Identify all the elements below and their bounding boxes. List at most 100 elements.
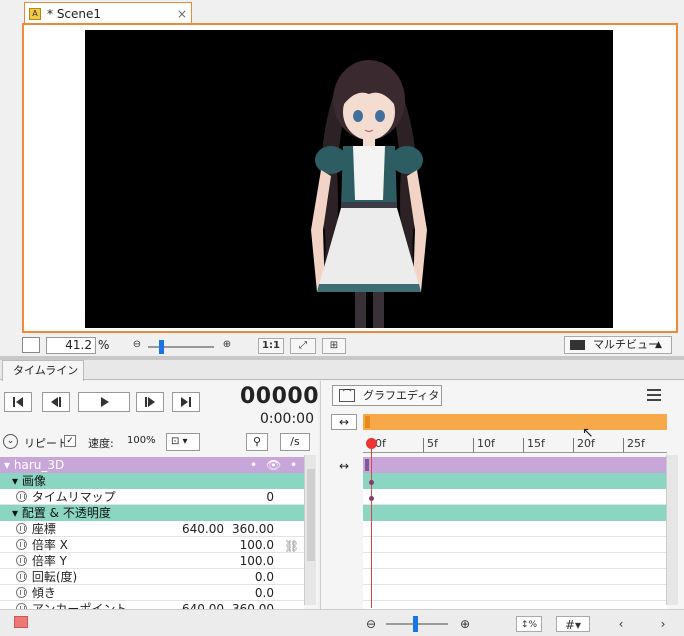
property-value[interactable]: 0.0 [255,585,274,601]
solo-dot-icon[interactable]: • [250,457,257,473]
property-label: 回転(度) [31,570,78,584]
previous-frame-button[interactable] [42,392,70,412]
time-ruler[interactable]: 0f 5f 10f 15f 20f 25f [363,435,667,453]
zoom-out-icon[interactable]: ⊖ [362,616,380,632]
layer-row-haru-3d[interactable]: ▾ haru_3D • 👁 • [0,457,304,473]
speed-label: 速度: [88,437,114,450]
tab-timeline[interactable]: タイムライン [2,360,84,381]
property-row-skew[interactable]: 傾き 0.0 [0,585,304,601]
timeline-zoom-thumb[interactable] [413,616,418,632]
property-row-position[interactable]: 座標 640.00 360.00 [0,521,304,537]
zoom-slider-thumb[interactable] [159,340,164,354]
close-icon[interactable]: × [175,7,189,21]
eye-icon[interactable]: 👁 [266,457,281,473]
property-label: タイムリマップ [31,490,116,504]
play-button[interactable] [78,392,130,412]
background-toggle-button[interactable] [22,337,40,353]
app-window: A * Scene1 × 41.2 % ⊖ ⊕ 1:1 ⤢ ⊞ マルチビュー ▲… [0,0,684,636]
multi-view-button[interactable]: マルチビュー ▲ [564,336,672,354]
preview-canvas[interactable] [85,30,613,328]
group-row-image[interactable]: ▾ 画像 [0,473,304,489]
track-image-group [363,473,667,489]
zoom-in-icon[interactable]: ⊕ [218,338,236,354]
repeat-checkbox[interactable]: ✓ [64,435,76,447]
playhead-handle[interactable] [366,438,377,449]
ruler-label: 10f [477,437,495,450]
menu-icon[interactable] [647,389,661,401]
work-area-start-handle[interactable] [365,416,370,428]
property-row-scale-x[interactable]: 倍率 X 100.0 ⛓ [0,537,304,553]
triangle-up-icon: ▲ [655,340,662,350]
stopwatch-icon[interactable] [16,539,27,550]
stopwatch-icon[interactable] [16,571,27,582]
chevron-right-icon[interactable]: › [654,616,672,632]
zoom-input[interactable]: 41.2 [46,337,96,354]
track-scrollbar[interactable] [666,455,678,605]
graph-editor-button[interactable]: ⌒ グラフエディタ [332,385,442,406]
play-icon [101,397,109,407]
property-value[interactable]: 0 [266,489,274,505]
property-value[interactable]: 100.0 [240,553,274,569]
track-transform-group [363,505,667,521]
chain-link-icon[interactable]: ⛓ [284,538,299,554]
group-row-transform[interactable]: ▾ 配置 & 不透明度 [0,505,304,521]
chevron-left-icon[interactable]: ‹ [612,616,630,632]
loop-mode-dropdown[interactable]: ⊡ ▾ [166,433,200,451]
stopwatch-icon[interactable] [16,587,27,598]
pin-icon[interactable]: ⚲ [246,433,268,451]
collapse-triangle-icon[interactable]: ▾ [12,506,18,520]
chevron-down-icon[interactable]: ⌄ [3,434,18,449]
property-row-time-remap[interactable]: タイムリマップ 0 [0,489,304,505]
property-label: 倍率 X [31,538,68,552]
stopwatch-icon[interactable] [16,491,27,502]
keyframe-marker[interactable] [369,496,374,501]
fps-button[interactable]: /s [280,433,310,451]
property-value-x[interactable]: 640.00 [182,521,224,537]
ruler-tick [473,438,474,452]
zoom-out-icon[interactable]: ⊖ [128,338,146,354]
go-to-start-button[interactable] [4,392,32,412]
layer-list-scrollbar[interactable] [304,455,316,605]
zoom-unit: % [98,338,110,352]
grid-snap-dropdown[interactable]: #▾ [556,616,590,632]
scene-tab-title: * Scene1 [47,6,102,21]
zoom-in-icon[interactable]: ⊕ [456,616,474,632]
ruler-label: 25f [627,437,645,450]
ruler-tick [623,438,624,452]
ruler-label: 15f [527,437,545,450]
property-value[interactable]: 100.0 [240,537,274,553]
property-row-rotation[interactable]: 回転(度) 0.0 [0,569,304,585]
stopwatch-icon[interactable] [16,523,27,534]
scale-percent-button[interactable]: ↕% [516,616,542,632]
layers-icon[interactable] [14,616,28,628]
fit-width-icon[interactable]: ↔ [331,414,357,430]
collapse-triangle-icon[interactable]: ▾ [12,474,18,488]
keyframe-marker[interactable] [369,480,374,485]
lock-dot-icon[interactable]: • [290,457,297,473]
scene-tab[interactable]: A * Scene1 × [24,2,192,24]
safe-area-icon[interactable]: ⊞ [322,338,346,354]
repeat-label: リピート [24,437,68,450]
playhead-line[interactable] [371,444,372,608]
actual-size-button[interactable]: 1:1 [258,338,284,354]
track-skew [363,585,667,601]
layer-in-point-handle[interactable] [365,459,369,471]
expand-width-icon[interactable]: ↔ [331,459,357,473]
property-value-y[interactable]: 360.00 [232,521,274,537]
fit-view-icon[interactable]: ⤢ [290,338,316,354]
work-area-bar[interactable] [363,414,667,430]
property-row-scale-y[interactable]: 倍率 Y 100.0 [0,553,304,569]
go-to-end-button[interactable] [172,392,200,412]
next-frame-button[interactable] [136,392,164,412]
stopwatch-icon[interactable] [16,555,27,566]
track-haru-3d[interactable] [363,457,667,473]
frame-counter: 00000 [240,384,320,409]
zoom-slider-track[interactable] [148,346,214,348]
property-value[interactable]: 0.0 [255,569,274,585]
group-label: 画像 [21,474,46,488]
scrollbar-thumb[interactable] [307,469,315,561]
speed-value[interactable]: 100% [127,435,156,446]
collapse-triangle-icon[interactable]: ▾ [4,458,10,472]
timeline-tab-strip [0,360,684,380]
ruler-label: 5f [427,437,438,450]
